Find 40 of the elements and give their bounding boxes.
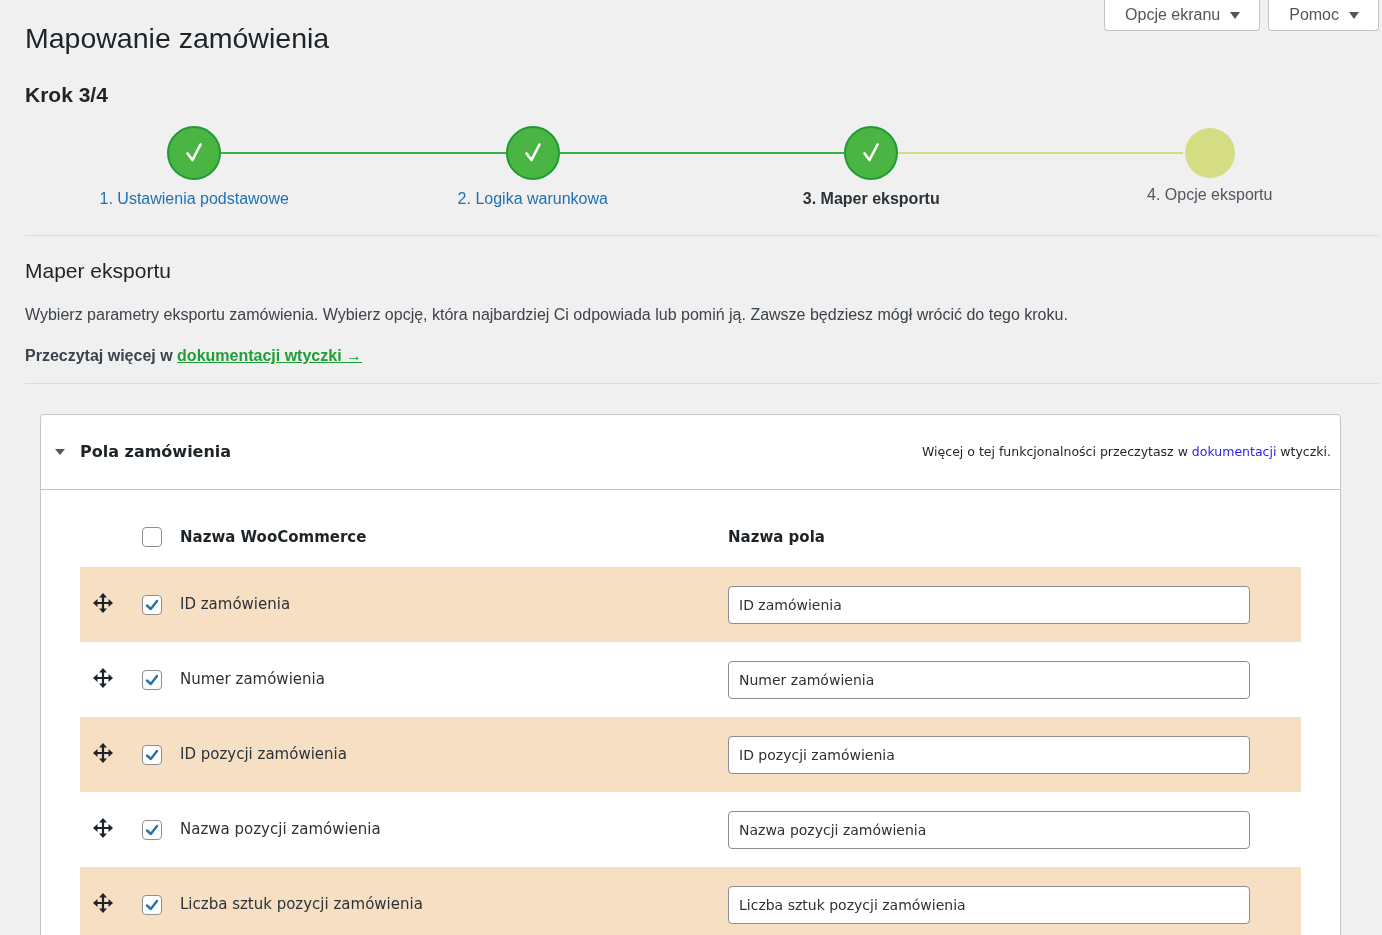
move-icon[interactable]	[93, 742, 113, 763]
caret-icon[interactable]	[55, 449, 65, 455]
page-title: Mapowanie zamówienia	[25, 21, 330, 56]
checkbox[interactable]	[142, 744, 162, 765]
documentation-link[interactable]: dokumentacji	[1191, 443, 1277, 459]
field-name-input[interactable]: Liczba sztuk pozycji zamówienia	[728, 885, 1250, 924]
field-name-input[interactable]: ID pozycji zamówienia	[728, 735, 1250, 774]
panel-title: Pola zamówienia	[80, 442, 232, 462]
step-counter: Krok 3/4	[25, 82, 108, 108]
step-label: 3. Maper eksportu	[802, 189, 940, 209]
column-header: Nazwa WooCommerce	[180, 526, 368, 548]
field-label: Liczba sztuk pozycji zamówienia	[180, 894, 424, 916]
move-icon[interactable]	[93, 817, 113, 838]
field-label: Nazwa pozycji zamówienia	[180, 819, 382, 841]
move-icon[interactable]	[93, 667, 113, 688]
checkbox[interactable]	[142, 819, 162, 840]
dropdown-button[interactable]: Opcje ekranu	[1104, 0, 1261, 31]
field-name-input[interactable]: ID zamówienia	[728, 585, 1250, 624]
field-name-input[interactable]: Nazwa pozycji zamówienia	[728, 810, 1250, 849]
caret-icon	[1349, 11, 1359, 19]
field-label: ID zamówienia	[180, 594, 292, 616]
step-link[interactable]: 1. Ustawienia podstawowe	[99, 189, 289, 209]
column-header: Nazwa pola	[728, 526, 825, 548]
step-label: 4. Opcje eksportu	[1147, 185, 1273, 205]
field-name-input[interactable]: Numer zamówienia	[728, 660, 1250, 699]
checkbox[interactable]	[142, 894, 162, 915]
move-icon[interactable]	[93, 892, 113, 913]
description-text: Wybierz parametry eksportu zamówienia. Wybierz opcję, która najbardziej Ci odpowiada lub pomiń ją. Zawsze będziesz mógł wrócić do tego kroku.	[25, 305, 1068, 325]
checkbox[interactable]	[142, 669, 162, 690]
select-all-checkbox[interactable]	[142, 527, 162, 547]
step-link[interactable]: 2. Logika warunkowa	[457, 189, 608, 209]
section-title: Maper eksportu	[25, 259, 171, 283]
field-label: ID pozycji zamówienia	[180, 744, 348, 766]
field-label: Numer zamówienia	[180, 669, 326, 691]
caret-icon	[1230, 11, 1241, 19]
dropdown-button[interactable]: Pomoc	[1268, 0, 1379, 31]
read-more-text: Przeczytaj więcej w dokumentacji wtyczki →	[25, 346, 362, 366]
info-note: Więcej o tej funkcjonalności przeczytasz w dokumentacji wtyczki.	[922, 442, 1331, 461]
move-icon[interactable]	[93, 592, 113, 613]
checkbox[interactable]	[142, 594, 162, 615]
